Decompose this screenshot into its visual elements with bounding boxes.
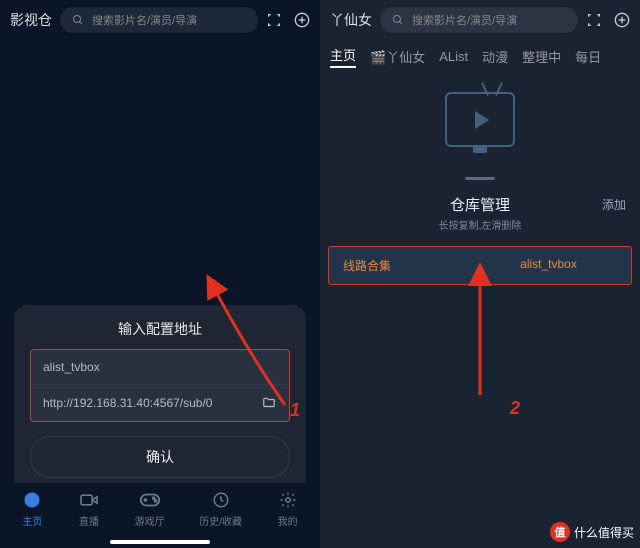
confirm-button[interactable]: 确认 xyxy=(30,436,290,478)
watermark-text: 什么值得买 xyxy=(574,524,634,541)
tab-more[interactable]: 每日 xyxy=(575,47,601,66)
repo-title: 仓库管理 xyxy=(450,194,510,215)
home-indicator xyxy=(110,540,210,544)
scan-icon[interactable] xyxy=(586,12,602,28)
search-icon xyxy=(390,12,406,28)
drag-handle[interactable] xyxy=(465,177,495,180)
tab-home[interactable]: 主页 xyxy=(330,45,356,68)
watermark-badge: 值 xyxy=(550,522,570,542)
config-url-input[interactable]: http://192.168.31.40:4567/sub/0 xyxy=(31,384,289,421)
clock-icon xyxy=(210,489,232,511)
config-modal: 输入配置地址 alist_tvbox http://192.168.31.40:… xyxy=(14,305,306,494)
modal-title: 输入配置地址 xyxy=(118,319,202,339)
nav-live[interactable]: 直播 xyxy=(78,489,100,528)
tv-logo xyxy=(445,92,515,147)
add-button[interactable]: 添加 xyxy=(602,196,626,213)
annotation-label-2: 2 xyxy=(510,398,520,419)
tab-alist[interactable]: AList xyxy=(439,49,468,64)
folder-icon[interactable] xyxy=(261,395,277,411)
gear-icon xyxy=(277,489,299,511)
nav-label: 历史/收藏 xyxy=(199,513,242,528)
video-icon xyxy=(78,489,100,511)
annotation-label-1: 1 xyxy=(290,400,300,421)
nav-label: 直播 xyxy=(79,513,99,528)
gamepad-icon xyxy=(139,489,161,511)
tab-anime[interactable]: 动漫 xyxy=(482,47,508,66)
search-field[interactable]: 搜索影片名/演员/导演 xyxy=(380,7,578,33)
repo-subtitle: 长按复制,左滑删除 xyxy=(328,217,632,232)
tab-sorting[interactable]: 整理中 xyxy=(522,47,561,66)
repo-item[interactable]: 线路合集 alist_tvbox xyxy=(328,246,632,285)
nav-mine[interactable]: 我的 xyxy=(277,489,299,528)
nav-label: 主页 xyxy=(22,513,42,528)
bottom-nav: 主页 直播 游戏厅 历史/收藏 xyxy=(0,483,320,548)
tab-2[interactable]: 🎬丫仙女 xyxy=(370,47,425,66)
nav-games[interactable]: 游戏厅 xyxy=(135,489,165,528)
search-placeholder: 搜索影片名/演员/导演 xyxy=(412,12,568,28)
repo-col-route: 线路合集 xyxy=(343,257,480,274)
tab-bar: 主页 🎬丫仙女 AList 动漫 整理中 每日 xyxy=(320,40,640,72)
config-url-value: http://192.168.31.40:4567/sub/0 xyxy=(43,396,261,410)
globe-icon xyxy=(21,489,43,511)
config-name-input[interactable]: alist_tvbox xyxy=(31,350,289,384)
config-name-value: alist_tvbox xyxy=(43,360,277,374)
repo-col-name: alist_tvbox xyxy=(480,257,617,274)
nav-label: 我的 xyxy=(278,513,298,528)
watermark: 值 什么值得买 xyxy=(550,522,634,542)
plus-icon[interactable] xyxy=(614,12,630,28)
nav-home[interactable]: 主页 xyxy=(21,489,43,528)
app-title: 丫仙女 xyxy=(330,10,372,30)
nav-label: 游戏厅 xyxy=(135,513,165,528)
nav-history[interactable]: 历史/收藏 xyxy=(199,489,242,528)
